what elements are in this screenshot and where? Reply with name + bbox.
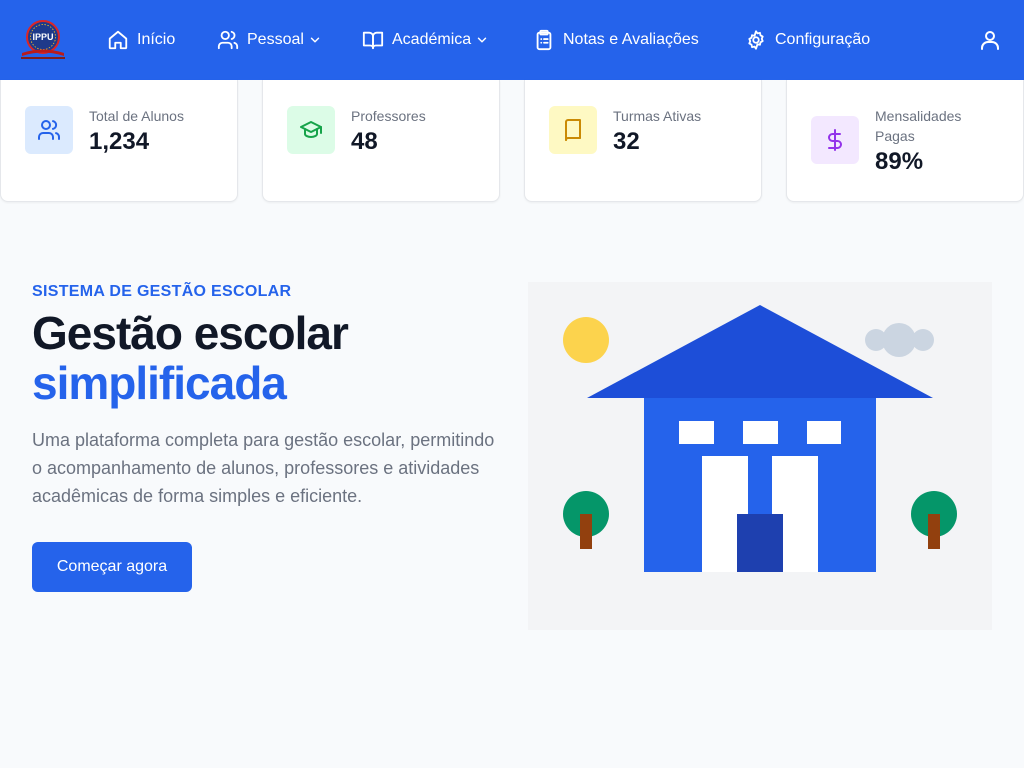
nav-pessoal[interactable]: Pessoal xyxy=(217,26,322,54)
stat-value: 1,234 xyxy=(89,128,150,155)
book-icon xyxy=(565,119,581,141)
nav-academica[interactable]: Académica xyxy=(362,26,489,54)
nav-pessoal-label: Pessoal xyxy=(247,31,304,48)
users-icon xyxy=(217,30,239,50)
hero-title: Gestão escolar simplificada xyxy=(32,307,349,409)
users-icon xyxy=(38,120,61,140)
stat-value: 32 xyxy=(613,128,640,155)
nav-notas-label: Notas e Avaliações xyxy=(563,31,699,48)
stat-card-turmas-ativas: Turmas Ativas 32 xyxy=(524,80,762,202)
hero-description: Uma plataforma completa para gestão esco… xyxy=(32,430,495,506)
stat-label: Mensalidades Pagas xyxy=(875,108,962,144)
window-left xyxy=(679,421,714,444)
graduation-cap-icon xyxy=(300,121,322,138)
hero-title-line1: Gestão escolar xyxy=(32,307,349,359)
stat-card-mensalidades-pagas: Mensalidades Pagas 89% xyxy=(786,80,1024,202)
nav-inicio[interactable]: Início xyxy=(107,26,175,54)
stat-icon-box xyxy=(287,106,335,154)
logo-text: IPPU xyxy=(32,32,53,42)
stat-icon-box xyxy=(25,106,73,154)
stat-label: Turmas Ativas xyxy=(613,108,702,124)
book-open-icon xyxy=(362,31,384,50)
top-navbar: IPPU Início Pessoal Académica Notas e Av… xyxy=(0,0,1024,80)
stat-label: Total de Alunos xyxy=(89,108,184,124)
hero-title-line2: simplificada xyxy=(32,357,287,409)
gear-icon xyxy=(748,30,764,50)
user-icon[interactable] xyxy=(978,28,1002,52)
comecar-agora-button[interactable]: Começar agora xyxy=(32,542,192,592)
sun-shape xyxy=(563,317,609,363)
stat-icon-box xyxy=(549,106,597,154)
stat-label: Professores xyxy=(351,108,426,124)
nav-inicio-label: Início xyxy=(137,31,176,48)
chevron-down-icon xyxy=(477,37,487,43)
school-illustration xyxy=(528,282,992,630)
nav-configuracao-label: Configuração xyxy=(775,31,871,48)
window-center xyxy=(743,421,778,444)
stat-value: 48 xyxy=(351,128,378,155)
stat-icon-box xyxy=(811,116,859,164)
nav-academica-label: Académica xyxy=(392,31,472,48)
hero-eyebrow: SISTEMA DE GESTÃO ESCOLAR xyxy=(32,283,292,300)
stat-card-total-alunos: Total de Alunos 1,234 xyxy=(0,80,238,202)
nav-notas-avaliacoes[interactable]: Notas e Avaliações xyxy=(533,26,699,54)
stat-value: 89% xyxy=(875,148,924,175)
school-logo[interactable]: IPPU xyxy=(17,16,69,62)
window-right xyxy=(807,421,841,444)
nav-configuracao[interactable]: Configuração xyxy=(745,26,870,54)
home-icon xyxy=(108,30,128,50)
chevron-down-icon xyxy=(310,37,320,43)
door-shape xyxy=(737,514,783,572)
stat-card-professores: Professores 48 xyxy=(262,80,500,202)
clipboard-list-icon xyxy=(536,29,552,51)
dollar-icon xyxy=(828,129,842,151)
